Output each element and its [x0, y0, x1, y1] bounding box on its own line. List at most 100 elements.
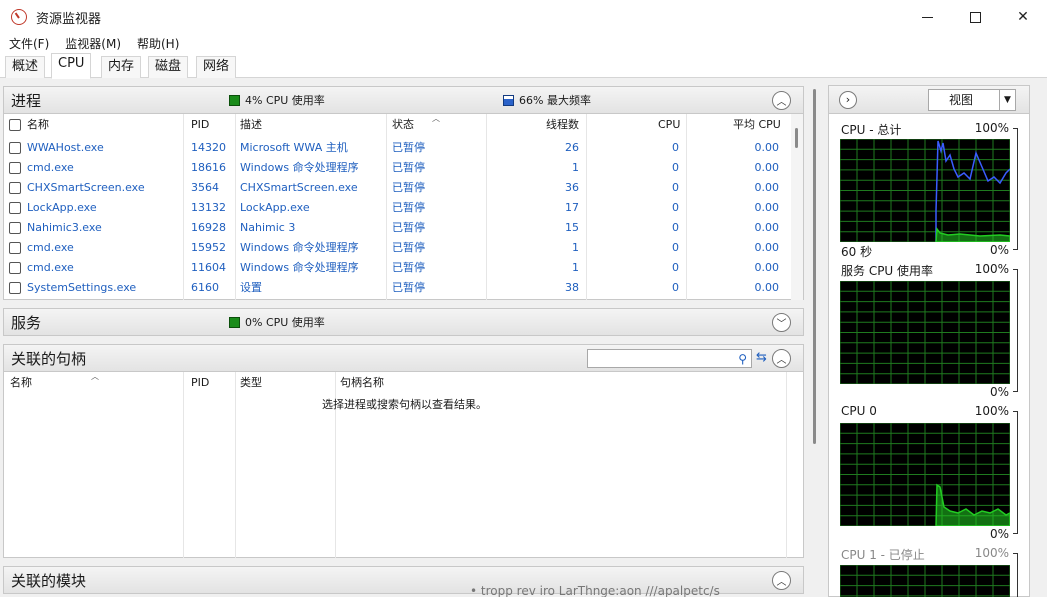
graph-scale-bracket: [1013, 269, 1018, 392]
handles-col-name[interactable]: 名称: [10, 372, 32, 394]
sort-ascending-icon: ︿: [91, 372, 99, 381]
handles-col-handle-name[interactable]: 句柄名称: [340, 372, 384, 394]
col-description[interactable]: 描述: [240, 114, 262, 136]
cell-threads: 38: [565, 281, 579, 294]
handles-collapse-button[interactable]: ︿: [772, 348, 791, 368]
handles-header[interactable]: 关联的句柄 ⚲ ⇆ ︿: [3, 344, 804, 372]
title-bar: 资源监视器 ✕: [0, 0, 1047, 34]
handles-col-pid[interactable]: PID: [191, 372, 209, 394]
row-checkbox[interactable]: [9, 262, 21, 274]
processes-cpu-usage-label: 4% CPU 使用率: [245, 94, 325, 107]
handles-search-box[interactable]: ⚲: [587, 349, 752, 368]
tab-disk[interactable]: 磁盘: [148, 56, 189, 78]
select-all-checkbox[interactable]: [9, 119, 21, 131]
tab-cpu[interactable]: CPU: [51, 53, 92, 79]
row-checkbox[interactable]: [9, 182, 21, 194]
table-row[interactable]: SystemSettings.exe 6160 设置 已暂停 38 0 0.00: [4, 278, 794, 298]
modules-collapse-button[interactable]: ︿: [772, 570, 791, 590]
processes-scrollbar-thumb[interactable]: [795, 128, 798, 148]
handles-search-input[interactable]: [588, 350, 728, 367]
max-frequency-legend-icon: [503, 94, 514, 106]
cell-cpu: 0: [672, 241, 679, 254]
handles-col-type[interactable]: 类型: [240, 372, 262, 394]
minimize-button[interactable]: [903, 0, 951, 34]
cell-name: cmd.exe: [27, 161, 74, 174]
left-pane-scrollbar-thumb[interactable]: [813, 89, 816, 444]
col-cpu[interactable]: CPU: [658, 114, 680, 136]
cell-cpu: 0: [672, 181, 679, 194]
row-checkbox[interactable]: [9, 142, 21, 154]
tab-network[interactable]: 网络: [196, 56, 237, 78]
col-average-cpu[interactable]: 平均 CPU: [733, 114, 781, 136]
cell-pid: 16928: [191, 221, 226, 234]
cell-pid: 13132: [191, 201, 226, 214]
graph-cpu0: [840, 423, 1010, 526]
services-header[interactable]: 服务 0% CPU 使用率 ﹀: [3, 308, 804, 336]
table-row[interactable]: LockApp.exe 13132 LockApp.exe 已暂停 17 0 0.00: [4, 198, 794, 218]
cpu-usage-legend-icon: [229, 94, 240, 106]
col-threads[interactable]: 线程数: [546, 114, 579, 136]
cell-pid: 11604: [191, 261, 226, 274]
graph-cpu1-max: 100%: [974, 546, 1009, 560]
cell-avg: 0.00: [754, 281, 780, 294]
services-cpu-legend-icon: [229, 316, 240, 328]
background-window-text: • tropp rev iro LarThnge:aon ///apalpetc…: [470, 584, 720, 597]
row-checkbox[interactable]: [9, 282, 21, 294]
cell-name: LockApp.exe: [27, 201, 97, 214]
left-pane-scrollbar[interactable]: [807, 79, 822, 597]
cell-pid: 18616: [191, 161, 226, 174]
row-checkbox[interactable]: [9, 242, 21, 254]
cell-status: 已暂停: [392, 221, 425, 234]
col-pid[interactable]: PID: [191, 114, 209, 136]
graph-services: [840, 281, 1010, 384]
view-button[interactable]: 视图 ▼: [928, 89, 1016, 111]
cell-cpu: 0: [672, 221, 679, 234]
menu-file[interactable]: 文件(F): [2, 35, 56, 52]
col-name[interactable]: 名称: [27, 114, 49, 136]
search-icon[interactable]: ⚲: [738, 352, 747, 366]
menu-monitor[interactable]: 监视器(M): [58, 35, 128, 52]
menu-help[interactable]: 帮助(H): [130, 35, 186, 52]
col-status[interactable]: 状态: [392, 114, 414, 136]
graph-cpu-total-time: 60 秒: [841, 245, 873, 259]
cell-avg: 0.00: [754, 241, 780, 254]
view-button-label: 视图: [949, 93, 974, 107]
processes-scrollbar[interactable]: [791, 114, 803, 300]
cell-threads: 1: [572, 261, 579, 274]
close-button[interactable]: ✕: [999, 0, 1047, 34]
maximize-button[interactable]: [951, 0, 999, 34]
cell-status: 已暂停: [392, 241, 425, 254]
row-checkbox[interactable]: [9, 202, 21, 214]
services-expand-button[interactable]: ﹀: [772, 312, 791, 332]
graph-cpu0-min: 0%: [989, 527, 1009, 541]
table-row[interactable]: cmd.exe 18616 Windows 命令处理程序 已暂停 1 0 0.00: [4, 158, 794, 178]
cpu-usage-trace: [935, 226, 1010, 242]
tab-overview[interactable]: 概述: [5, 56, 46, 78]
graph-cpu0-max: 100%: [974, 404, 1009, 418]
table-row[interactable]: CHXSmartScreen.exe 3564 CHXSmartScreen.exe…: [4, 178, 794, 198]
table-row[interactable]: cmd.exe 15952 Windows 命令处理程序 已暂停 1 0 0.00: [4, 238, 794, 258]
table-row[interactable]: cmd.exe 11604 Windows 命令处理程序 已暂停 1 0 0.00: [4, 258, 794, 278]
row-checkbox[interactable]: [9, 222, 21, 234]
graph-services-min: 0%: [989, 385, 1009, 399]
tab-memory[interactable]: 内存: [101, 56, 142, 78]
graph-services-title: 服务 CPU 使用率: [841, 264, 934, 278]
maximize-icon: [969, 11, 981, 23]
table-row[interactable]: WWAHost.exe 14320 Microsoft WWA 主机 已暂停 26 0 0.…: [4, 138, 794, 158]
table-row[interactable]: Nahimic3.exe 16928 Nahimic 3 已暂停 15 0 0.00: [4, 218, 794, 238]
chevron-down-icon[interactable]: ▼: [999, 90, 1015, 110]
cell-avg: 0.00: [754, 161, 780, 174]
cell-desc: Microsoft WWA 主机: [240, 141, 348, 154]
graph-cpu-total-title: CPU - 总计: [841, 123, 902, 137]
row-checkbox[interactable]: [9, 162, 21, 174]
graph-cpu-total-max: 100%: [974, 121, 1009, 135]
resource-monitor-icon: [11, 9, 27, 25]
cell-pid: 3564: [191, 181, 219, 194]
refresh-icon[interactable]: ⇆: [756, 350, 767, 365]
expand-graphs-button[interactable]: ›: [839, 91, 857, 109]
processes-header[interactable]: 进程 4% CPU 使用率 66% 最大频率 ︿: [3, 86, 804, 114]
graph-scale-bracket: [1013, 553, 1018, 597]
cell-threads: 36: [565, 181, 579, 194]
modules-title: 关联的模块: [11, 571, 87, 590]
processes-collapse-button[interactable]: ︿: [772, 90, 791, 110]
